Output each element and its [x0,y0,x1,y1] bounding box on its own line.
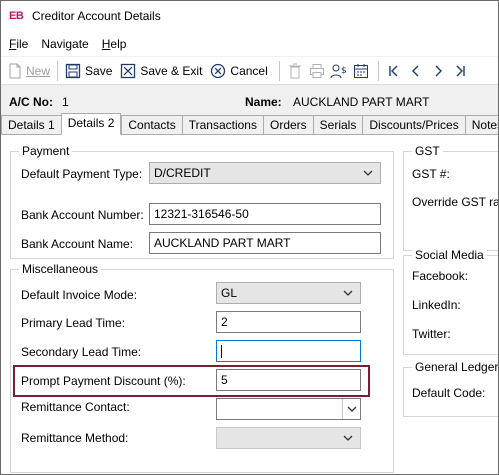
tab-contacts[interactable]: Contacts [121,115,182,135]
override-gst-rate-label: Override GST rate [412,195,498,209]
save-exit-button-label: Save & Exit [140,63,203,78]
tab-details-2[interactable]: Details 2 [60,113,122,135]
miscellaneous-group-title: Miscellaneous [19,262,102,276]
gst-group-title: GST [412,144,443,158]
save-icon [65,63,81,78]
payment-group-title: Payment [19,144,73,158]
chevron-down-icon [343,290,353,296]
twitter-label: Twitter: [412,327,451,341]
user-dollar-icon[interactable]: $ [328,60,350,82]
account-header: A/C No: 1 Name: AUCKLAND PART MART [1,91,498,113]
social-media-group-title: Social Media [412,248,487,262]
default-invoice-mode-value: GL [221,286,238,300]
menu-navigate[interactable]: Navigate [33,37,93,51]
delete-icon[interactable] [284,60,306,82]
account-name-value: AUCKLAND PART MART [293,95,430,109]
default-payment-type-value: D/CREDIT [154,166,211,180]
details2-panel: Payment Default Payment Type: D/CREDIT B… [1,134,498,474]
remittance-method-label: Remittance Method: [21,431,129,445]
primary-lead-time-label: Primary Lead Time: [21,316,126,330]
first-record-icon[interactable] [383,60,405,82]
default-payment-type-label: Default Payment Type: [21,167,143,181]
bank-account-name-label: Bank Account Name: [21,237,134,251]
last-record-icon[interactable] [449,60,471,82]
linkedin-label: LinkedIn: [412,298,461,312]
tab-transactions[interactable]: Transactions [181,115,263,135]
tab-details-1[interactable]: Details 1 [1,115,61,135]
cancel-button[interactable]: Cancel [207,60,270,82]
menu-file[interactable]: File [1,37,33,51]
toolbar: New Save Save & Exit Cancel $ [1,57,498,85]
save-button-label: Save [85,63,113,78]
tab-strip: Details 1 Details 2 Contacts Transactions Or… [1,113,498,135]
menu-help[interactable]: Help [94,37,132,51]
remittance-contact-select[interactable] [216,398,361,420]
chevron-down-icon [342,399,360,419]
cancel-icon [211,63,226,78]
previous-record-icon[interactable] [405,60,427,82]
chevron-down-icon [343,435,353,441]
default-invoice-mode-label: Default Invoice Mode: [21,288,138,302]
next-record-icon[interactable] [427,60,449,82]
default-code-label: Default Code: [412,386,486,400]
calendar-icon[interactable] [350,60,372,82]
default-payment-type-select[interactable]: D/CREDIT [149,162,381,184]
tab-discounts-prices[interactable]: Discounts/Prices [362,115,465,135]
new-button-label: New [26,63,51,78]
bank-account-number-input[interactable]: 12321-316546-50 [149,203,381,225]
text-cursor [221,345,222,358]
window-title: Creditor Account Details [32,9,161,23]
acno-value: 1 [62,95,69,109]
secondary-lead-time-label: Secondary Lead Time: [21,345,142,359]
creditor-account-window: EB Creditor Account Details File Navigat… [0,0,499,475]
bank-account-number-label: Bank Account Number: [21,208,144,222]
remittance-method-select[interactable] [216,427,361,449]
general-ledger-group-title: General Ledger [412,360,498,374]
facebook-label: Facebook: [412,269,469,283]
menu-bar: File Navigate Help [1,31,498,56]
prompt-payment-discount-label: Prompt Payment Discount (%): [21,374,186,388]
gst-number-label: GST #: [412,167,450,181]
toolbar-separator [377,60,379,81]
svg-text:$: $ [341,66,347,76]
save-exit-icon [121,63,136,78]
account-name-label: Name: [245,95,282,109]
secondary-lead-time-input[interactable] [216,340,361,362]
remittance-contact-label: Remittance Contact: [21,400,130,414]
new-button[interactable]: New [5,60,53,82]
prompt-payment-discount-input[interactable]: 5 [216,369,361,391]
acno-label: A/C No: [9,95,53,109]
toolbar-separator [57,60,59,81]
title-bar: EB Creditor Account Details [1,1,498,31]
default-invoice-mode-select[interactable]: GL [216,282,361,304]
bank-account-name-input[interactable]: AUCKLAND PART MART [149,232,381,254]
save-exit-button[interactable]: Save & Exit [117,60,205,82]
toolbar-separator [278,60,280,81]
chevron-down-icon [363,170,373,176]
print-icon[interactable] [306,60,328,82]
app-logo-icon: EB [9,10,24,22]
cancel-button-label: Cancel [230,63,268,78]
primary-lead-time-input[interactable]: 2 [216,311,361,333]
tab-serials[interactable]: Serials [312,115,363,135]
tab-notes[interactable]: Notes [464,115,498,135]
new-document-icon [9,63,21,78]
save-button[interactable]: Save [62,60,115,82]
tab-orders[interactable]: Orders [262,115,313,135]
